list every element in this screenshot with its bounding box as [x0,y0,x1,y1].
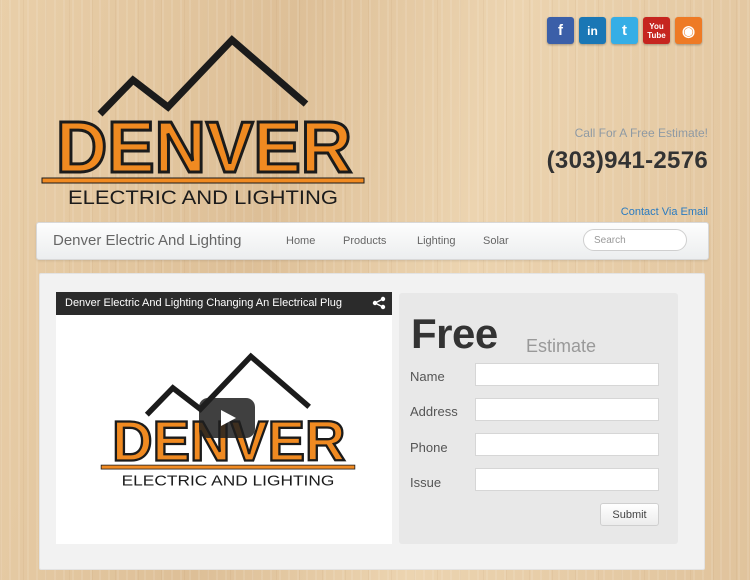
phone-label: Phone [410,440,448,455]
video-titlebar: Denver Electric And Lighting Changing An… [56,292,392,315]
nav-item-solar[interactable]: Solar [483,235,509,247]
facebook-icon[interactable]: f [547,17,574,44]
form-title: Free [411,310,498,357]
phone-number[interactable]: (303)941-2576 [547,147,708,175]
name-label: Name [410,369,445,384]
twitter-icon[interactable]: t [611,17,638,44]
youtube-icon[interactable]: You Tube [643,17,670,44]
share-icon[interactable] [372,296,386,310]
company-logo[interactable]: DENVER ELECTRIC AND LIGHTING [38,32,368,212]
address-label: Address [410,404,458,419]
estimate-form: Free Estimate Name Address Phone Issue S… [399,293,678,544]
contact-email-link[interactable]: Contact Via Email [621,206,708,218]
nav-item-lighting[interactable]: Lighting [417,235,456,247]
social-links: f in t You Tube ◉ [547,17,702,44]
logo-tagline: ELECTRIC AND LIGHTING [68,188,338,209]
nav-brand[interactable]: Denver Electric And Lighting [53,232,241,249]
logo-wordmark: DENVER [56,108,352,188]
linkedin-icon[interactable]: in [579,17,606,44]
issue-field[interactable] [475,468,659,491]
phone-field[interactable] [475,433,659,456]
nav-item-home[interactable]: Home [286,235,315,247]
address-field[interactable] [475,398,659,421]
rss-icon[interactable]: ◉ [675,17,702,44]
issue-label: Issue [410,475,442,490]
play-button[interactable] [199,398,255,438]
logo-roofline [97,35,309,117]
search-input[interactable] [583,229,687,251]
name-field[interactable] [475,363,659,386]
submit-button[interactable]: Submit [600,503,659,526]
video-title[interactable]: Denver Electric And Lighting Changing An… [65,297,342,309]
free-estimate-callout: Call For A Free Estimate! [574,126,708,140]
nav-item-products[interactable]: Products [343,235,386,247]
video-logo-tagline: ELECTRIC AND LIGHTING [122,473,335,490]
video-player[interactable]: Denver Electric And Lighting Changing An… [56,292,392,544]
main-nav: Denver Electric And Lighting Home Produc… [36,222,709,260]
logo-underline [41,177,365,184]
form-subtitle: Estimate [526,336,597,356]
